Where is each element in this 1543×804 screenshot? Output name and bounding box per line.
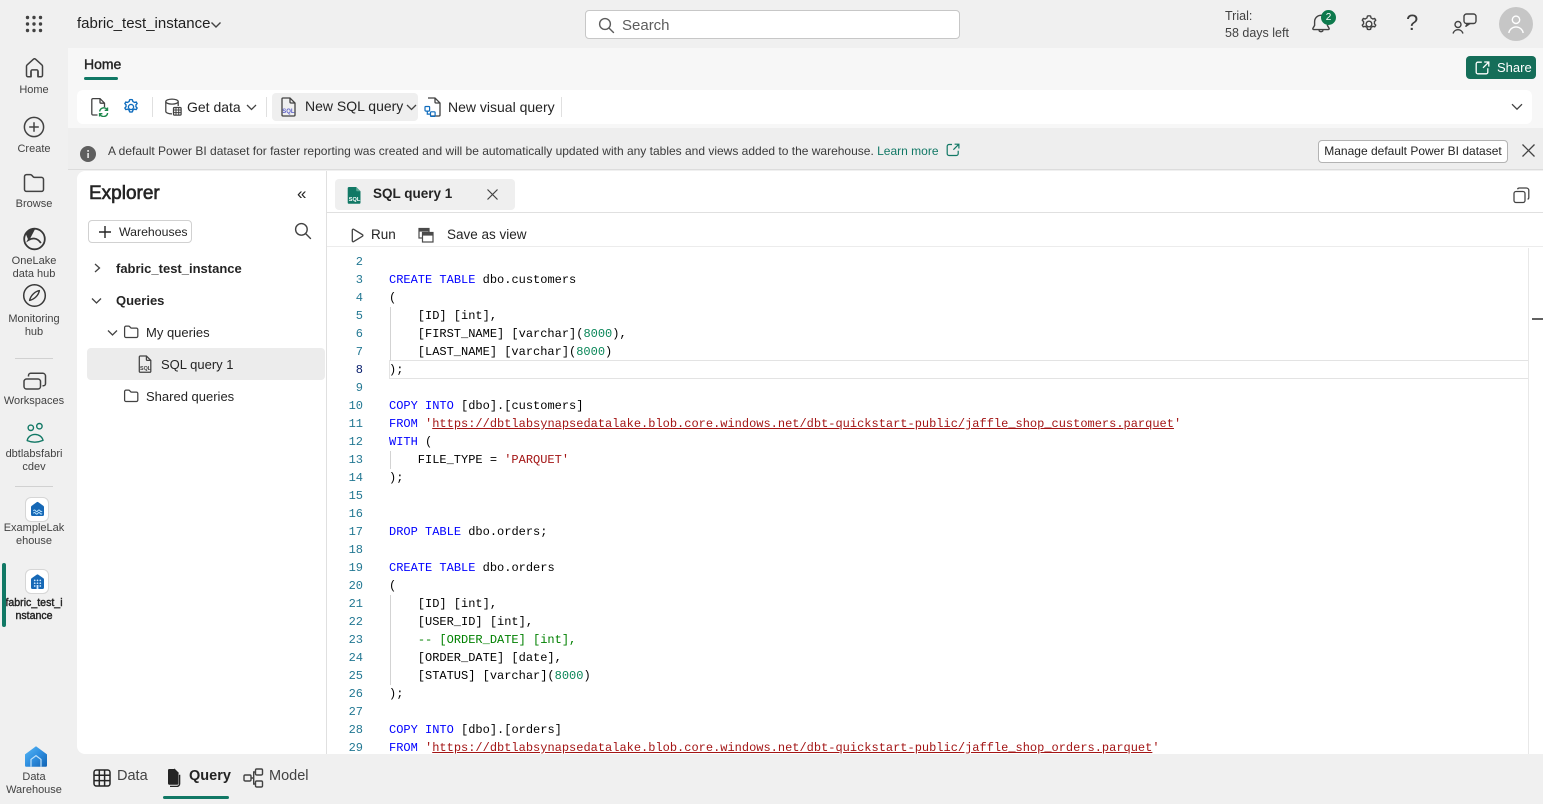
svg-text:SQL: SQL — [140, 366, 152, 372]
svg-text:SQL: SQL — [282, 109, 295, 115]
svg-text:SQL: SQL — [349, 197, 361, 203]
